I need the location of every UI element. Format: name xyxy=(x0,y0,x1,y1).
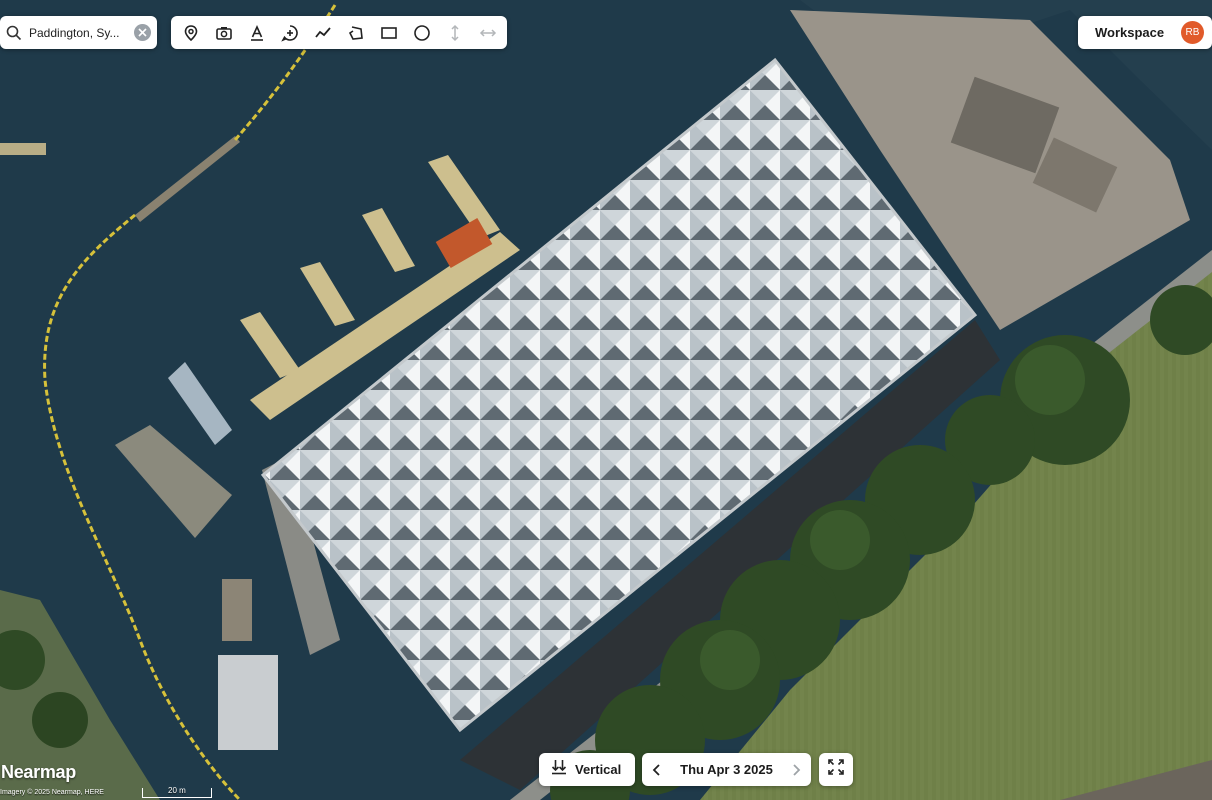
barge xyxy=(222,579,252,641)
polyline-icon[interactable] xyxy=(306,16,339,49)
add-comment-icon[interactable] xyxy=(273,16,306,49)
drawing-toolbar xyxy=(171,16,507,49)
search-icon[interactable] xyxy=(4,23,24,43)
clear-icon[interactable] xyxy=(134,24,151,41)
imagery-attribution: Imagery © 2025 Nearmap, HERE xyxy=(0,789,104,796)
chevron-right-icon[interactable] xyxy=(787,755,805,785)
location-pin-icon[interactable] xyxy=(174,16,207,49)
capture-date[interactable]: Thu Apr 3 2025 xyxy=(680,762,773,777)
rectangle-icon[interactable] xyxy=(372,16,405,49)
vertical-view-icon xyxy=(551,759,567,780)
camera-icon[interactable] xyxy=(207,16,240,49)
search-box[interactable] xyxy=(0,16,157,49)
workspace-button[interactable]: Workspace RB xyxy=(1078,16,1212,49)
vertical-measure-icon[interactable] xyxy=(438,16,471,49)
brand-logo: Nearmap xyxy=(1,762,76,782)
view-mode-button[interactable]: Vertical xyxy=(539,753,635,786)
horizontal-measure-icon[interactable] xyxy=(471,16,504,49)
barge xyxy=(218,655,278,750)
chevron-left-icon[interactable] xyxy=(648,755,666,785)
workspace-label: Workspace xyxy=(1095,25,1165,40)
jetty xyxy=(0,143,46,155)
text-icon[interactable] xyxy=(240,16,273,49)
date-navigator: Thu Apr 3 2025 xyxy=(642,753,811,786)
view-mode-label: Vertical xyxy=(575,762,622,777)
circle-icon[interactable] xyxy=(405,16,438,49)
search-input[interactable] xyxy=(29,25,119,40)
shore-tree xyxy=(32,692,88,748)
polygon-icon[interactable] xyxy=(339,16,372,49)
fullscreen-icon xyxy=(828,759,844,780)
avatar[interactable]: RB xyxy=(1181,21,1204,44)
scale-label: 20 m xyxy=(168,786,186,795)
fullscreen-button[interactable] xyxy=(819,753,853,786)
aerial-map[interactable] xyxy=(0,0,1212,800)
